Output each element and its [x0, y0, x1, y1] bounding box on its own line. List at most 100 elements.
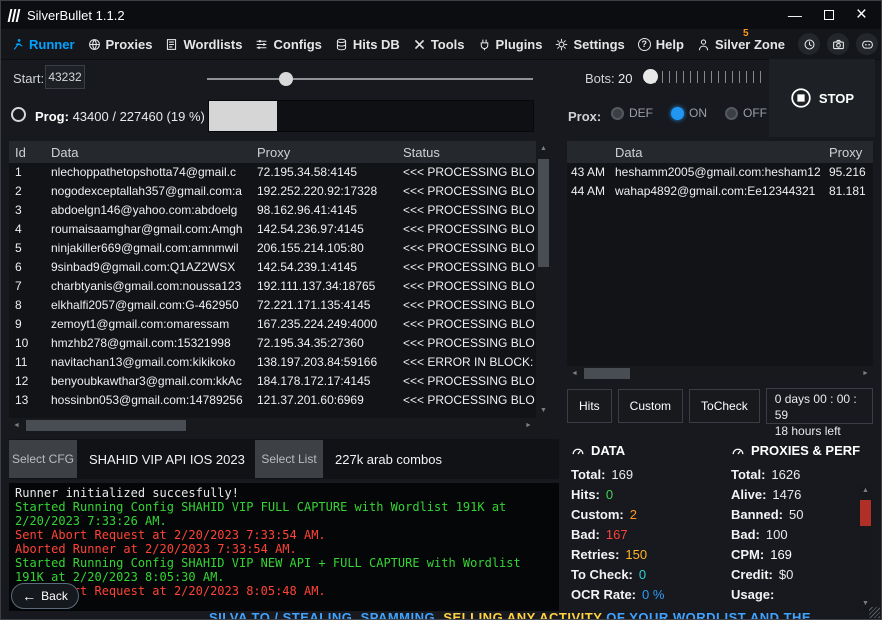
stat-row: Bad:167 — [571, 525, 731, 545]
log-line: Started Running Config SHAHID VIP NEW AP… — [15, 556, 541, 584]
stat-row: Hits:0 — [571, 485, 731, 505]
scroll-left-icon[interactable]: ◄ — [567, 366, 582, 381]
scroll-left-icon[interactable]: ◄ — [9, 418, 24, 433]
results-table-header: IdDataProxyStatus — [9, 141, 551, 163]
bots-slider-thumb[interactable] — [643, 69, 658, 84]
table-row[interactable]: 11navitachan13@gmail.com:kikikoko138.197… — [9, 353, 551, 372]
back-button[interactable]: ← Back — [11, 583, 79, 609]
history-icon[interactable] — [798, 33, 820, 55]
scrollbar-thumb[interactable] — [26, 420, 186, 431]
log-line: Started Running Config SHAHID VIP FULL C… — [15, 500, 541, 528]
nav-hits-db[interactable]: Hits DB — [335, 37, 400, 52]
select-list-button[interactable]: Select List — [255, 440, 323, 478]
table-row[interactable]: 8elkhalfi2057@gmail.com:G-46295072.221.1… — [9, 296, 551, 315]
back-arrow-icon: ← — [22, 588, 36, 604]
nav-settings[interactable]: Settings — [555, 37, 624, 52]
minimize-button[interactable]: — — [788, 8, 802, 22]
table-row[interactable]: 3abdoelgn146@yahoo.com:abdoelg98.162.96.… — [9, 201, 551, 220]
hits-table-header: DataProxyTy — [567, 141, 873, 163]
column-header: Data — [615, 145, 829, 160]
app-window: SilverBullet 1.1.2 — × Runner Proxies Wo… — [0, 0, 882, 620]
scroll-right-icon[interactable]: ► — [858, 366, 873, 381]
table-row[interactable]: 1nlechoppathetopshotta74@gmail.c72.195.3… — [9, 163, 551, 182]
bots-slider[interactable] — [643, 67, 761, 87]
scroll-down-icon[interactable]: ▼ — [536, 403, 551, 418]
scrollbar-thumb[interactable] — [584, 368, 630, 379]
hits-tabs: HitsCustomToCheck 0 days 00 : 00 : 59 18… — [567, 387, 873, 425]
log-line: Aborted Runner at 2/20/2023 7:33:54 AM. — [15, 542, 541, 556]
start-slider-thumb[interactable] — [279, 72, 293, 86]
table-row[interactable]: 69sinbad9@gmail.com:Q1AZ2WSX142.54.239.1… — [9, 258, 551, 277]
nav-runner[interactable]: Runner — [11, 37, 75, 52]
table-row[interactable]: 9zemoyt1@gmail.com:omaressam167.235.224.… — [9, 315, 551, 334]
runner-status-indicator — [11, 107, 26, 122]
config-bar: Select CFG SHAHID VIP API IOS 2023 Selec… — [9, 439, 559, 479]
scroll-right-icon[interactable]: ► — [521, 418, 536, 433]
nav-plugins[interactable]: Plugins — [478, 37, 543, 52]
horizontal-scrollbar[interactable]: ◄ ► — [567, 366, 873, 381]
table-row[interactable]: 12benyoubkawthar3@gmail.com:kkAc184.178.… — [9, 372, 551, 391]
selected-wordlist-name: 227k arab combos — [323, 452, 442, 467]
nav-proxies[interactable]: Proxies — [88, 37, 153, 52]
camera-icon[interactable] — [827, 33, 849, 55]
maximize-icon — [824, 10, 834, 20]
titlebar: SilverBullet 1.1.2 — × — [1, 1, 881, 29]
table-row[interactable]: 43 AMheshamm2005@gmail.com:hesham1295.21… — [567, 163, 873, 182]
hits-tab[interactable]: Custom — [618, 389, 683, 423]
person-icon — [697, 38, 710, 51]
progress-text: Prog: 43400 / 227460 (19 %) — [35, 109, 205, 124]
nav-silver-zone[interactable]: 5 Silver Zone — [697, 37, 785, 52]
resize-grip-icon[interactable] — [869, 607, 880, 618]
timer-box: 0 days 00 : 00 : 59 18 hours left — [766, 388, 873, 424]
selected-config-name: SHAHID VIP API IOS 2023 — [77, 452, 255, 467]
table-row[interactable]: 4roumaisaamghar@gmail.com:Amgh142.54.236… — [9, 220, 551, 239]
log-line: Sent Abort Request at 2/20/2023 8:05:48 … — [15, 584, 541, 598]
vertical-scrollbar[interactable]: ▲ ▼ — [536, 141, 551, 418]
scrollbar-thumb[interactable] — [538, 159, 549, 267]
horizontal-scrollbar[interactable]: ◄ ► — [9, 418, 536, 433]
marquee-segment: SELLING ANY ACTIVITY — [443, 610, 606, 620]
table-row[interactable]: 5ninjakiller669@gmail.com:amnmwil206.155… — [9, 239, 551, 258]
table-row[interactable]: 44 AMwahap4892@gmail.com:Ee1234432181.18… — [567, 182, 873, 201]
nav-tools[interactable]: Tools — [413, 37, 465, 52]
maximize-button[interactable] — [824, 10, 834, 20]
discord-icon[interactable] — [856, 33, 878, 55]
column-header: Proxy — [257, 145, 403, 160]
globe-icon — [88, 38, 101, 51]
prox-radio[interactable]: ON — [671, 106, 707, 120]
nav-wordlists[interactable]: Wordlists — [165, 37, 242, 52]
table-row[interactable]: 7charbtyanis@gmail.com:noussa123192.111.… — [9, 277, 551, 296]
app-logo-icon — [9, 9, 19, 22]
marquee-banner: SILVA TO / STEALING, SPAMMING, SELLING A… — [1, 610, 881, 620]
prox-radio[interactable]: DEF — [611, 106, 653, 120]
stat-row: Retries:150 — [571, 545, 731, 565]
nav-configs[interactable]: Configs — [255, 37, 321, 52]
start-input[interactable] — [45, 65, 85, 89]
table-row[interactable]: 10hmzhb278@gmail.com:1532199872.195.34.3… — [9, 334, 551, 353]
gauge-icon — [571, 444, 585, 458]
start-slider[interactable] — [207, 71, 533, 87]
stop-panel: STOP — [769, 59, 875, 137]
prox-radio[interactable]: OFF — [725, 106, 767, 120]
column-header: Status — [403, 145, 551, 160]
table-row[interactable]: 2nogodexceptallah357@gmail.com:a192.252.… — [9, 182, 551, 201]
gauge-icon — [731, 444, 745, 458]
select-cfg-button[interactable]: Select CFG — [9, 440, 77, 478]
hits-tab[interactable]: Hits — [567, 389, 612, 423]
database-icon — [335, 38, 348, 51]
column-header: Proxy — [829, 145, 873, 160]
close-button[interactable]: × — [856, 8, 867, 22]
hits-tab[interactable]: ToCheck — [689, 389, 760, 423]
gear-icon — [555, 38, 568, 51]
table-row[interactable]: 13hossinbn053@gmail.com:14789256121.37.2… — [9, 391, 551, 410]
stat-row: To Check:0 — [571, 565, 731, 585]
stat-row: Usage: — [731, 585, 873, 605]
nav-help[interactable]: ? Help — [638, 37, 684, 52]
plug-icon — [478, 38, 491, 51]
stop-button[interactable]: STOP — [790, 87, 854, 109]
scroll-up-icon[interactable]: ▲ — [536, 141, 551, 156]
progress-bar — [208, 100, 534, 132]
tools-icon — [413, 38, 426, 51]
bots-label: Bots: — [585, 71, 615, 86]
results-table: IdDataProxyStatus 1nlechoppathetopshotta… — [9, 141, 551, 433]
